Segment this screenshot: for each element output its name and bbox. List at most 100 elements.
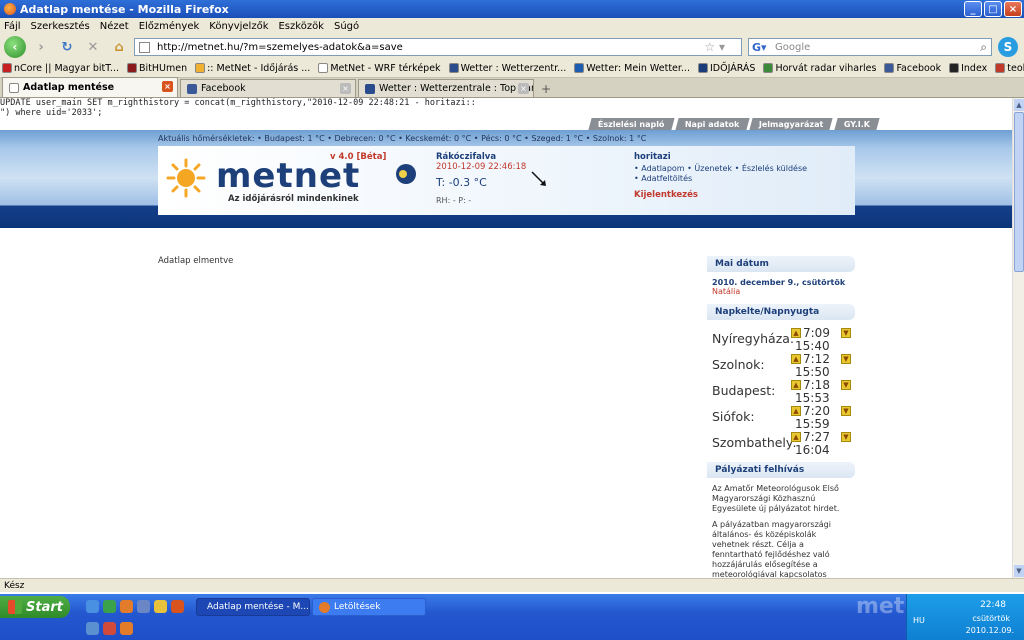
sunrise-icon: ▲ — [791, 328, 801, 338]
quicklaunch-icon[interactable] — [86, 622, 99, 635]
forward-button[interactable]: › — [32, 38, 50, 56]
start-label: Start — [26, 599, 63, 615]
quicklaunch-icon[interactable] — [103, 600, 116, 613]
skype-icon[interactable]: S — [998, 37, 1018, 57]
close-button[interactable]: × — [1004, 1, 1022, 17]
close-tab-icon[interactable]: × — [518, 83, 529, 94]
bookmark-item[interactable]: BitHUmen — [127, 63, 187, 74]
sunset-time: 15:40 — [795, 339, 830, 353]
sunrise: ▲ 7:18 — [791, 378, 830, 392]
bookmark-item[interactable]: Index — [949, 63, 987, 74]
bookmark-item[interactable]: Facebook — [884, 63, 941, 74]
tab-strip: Adatlap mentése × Facebook × Wetter : We… — [0, 77, 1024, 98]
start-button[interactable]: Start — [0, 596, 70, 618]
username[interactable]: horitazi — [634, 152, 671, 162]
taskbar-downloads-window[interactable]: Letöltések — [312, 598, 426, 616]
bookmark-star-icon[interactable]: ☆ ▾ — [704, 40, 725, 54]
station-temperature: T: -0.3 °C — [436, 176, 487, 189]
sunset-icon: ▼ — [841, 354, 851, 364]
sunset-time: 15:59 — [795, 417, 830, 431]
home-icon[interactable]: ⌂ — [110, 38, 128, 56]
saved-message: Adatlap elmentve — [158, 256, 234, 266]
bookmark-item[interactable]: :: MetNet - Időjárás ... — [195, 63, 310, 74]
tab-adatlap[interactable]: Adatlap mentése × — [2, 77, 178, 97]
language-indicator[interactable]: HU — [913, 616, 925, 625]
wind-arrow-icon — [531, 171, 546, 186]
sunrise-icon: ▲ — [791, 406, 801, 416]
new-tab-button[interactable]: + — [536, 81, 556, 97]
logo-word: metnet — [216, 156, 361, 196]
station-name[interactable]: Rákóczifalva — [436, 152, 496, 162]
menu-help[interactable]: Súgó — [334, 21, 359, 32]
menu-edit[interactable]: Szerkesztés — [31, 21, 90, 32]
user-links-row-1[interactable]: • Adatlapom • Üzenetek • Észlelés küldés… — [634, 164, 807, 174]
user-links[interactable]: • Adatlapom • Üzenetek • Észlelés küldés… — [634, 164, 807, 184]
sidebar: Mai dátum 2010. december 9., csütörtök N… — [707, 256, 855, 578]
tab-eszlelesi-naplo[interactable]: Észlelési napló — [588, 118, 675, 130]
tab-jelmagyarazat[interactable]: Jelmagyarázat — [749, 118, 834, 130]
minimize-button[interactable]: _ — [964, 1, 982, 17]
scroll-down-button[interactable]: ▼ — [1014, 565, 1024, 577]
search-input[interactable]: G▾ Google ⌕ — [748, 38, 992, 56]
close-tab-icon[interactable]: × — [340, 83, 351, 94]
quicklaunch-icon[interactable] — [86, 600, 99, 613]
search-placeholder: Google — [775, 41, 811, 53]
sunset-time: 15:53 — [795, 391, 830, 405]
user-links-row-2[interactable]: • Adatfeltöltés — [634, 174, 807, 184]
bookmark-item[interactable]: teol.hu TEOL — [995, 63, 1024, 74]
back-button[interactable]: ‹ — [4, 36, 26, 58]
close-tab-icon[interactable]: × — [162, 81, 173, 92]
vertical-scrollbar[interactable]: ▲ ▼ — [1012, 98, 1024, 578]
stop-icon[interactable]: ✕ — [84, 38, 102, 56]
menu-tools[interactable]: Eszközök — [278, 21, 324, 32]
moon-icon — [396, 164, 416, 184]
page-favicon — [139, 42, 150, 53]
sunset-time: 16:04 — [795, 443, 830, 457]
url-bar[interactable]: http://metnet.hu/?m=szemelyes-adatok&a=s… — [134, 38, 742, 56]
bookmark-label: Wetter: Mein Wetter... — [586, 62, 690, 74]
quicklaunch-icon[interactable] — [137, 600, 150, 613]
menu-file[interactable]: Fájl — [4, 21, 21, 32]
bookmarks-toolbar: nCore || Magyar bitT... BitHUmen:: MetNet… — [0, 59, 1024, 78]
firefox-quick-icon[interactable] — [120, 600, 133, 613]
bookmark-item[interactable]: IDŐJÁRÁS — [697, 63, 755, 74]
quicklaunch-icon[interactable] — [171, 600, 184, 613]
logout-link[interactable]: Kijelentkezés — [634, 190, 698, 200]
sunrise-header: Napkelte/Napnyugta — [707, 304, 855, 320]
quicklaunch-icon[interactable] — [120, 622, 133, 635]
bookmark-item[interactable]: MetNet - WRF térképek — [318, 63, 441, 74]
tab-wetter[interactable]: Wetter : Wetterzentrale : Top Karten ...… — [358, 79, 534, 97]
bookmark-label: BitHUmen — [139, 62, 188, 74]
maximize-button[interactable]: □ — [984, 1, 1002, 17]
menu-view[interactable]: Nézet — [100, 21, 129, 32]
tab-napi-adatok[interactable]: Napi adatok — [674, 118, 749, 130]
google-icon: G▾ — [752, 41, 767, 54]
tab-facebook[interactable]: Facebook × — [180, 79, 356, 97]
status-text: Kész — [4, 580, 25, 591]
menu-history[interactable]: Előzmények — [139, 21, 200, 32]
clock-date: 2010.12.09. — [965, 626, 1014, 635]
quicklaunch-icon[interactable] — [154, 600, 167, 613]
page-content: UPDATE user_main SET m_righthistory = co… — [0, 98, 1012, 578]
bookmark-item[interactable]: Wetter : Wetterzentr... — [448, 63, 566, 74]
competition-text-2: A pályázatban magyarországi általános- é… — [712, 520, 831, 578]
sunrise: ▲ 7:09 — [791, 326, 830, 340]
bookmark-item[interactable]: Horvát radar viharles — [763, 63, 876, 74]
search-icon[interactable]: ⌕ — [980, 40, 987, 55]
clock-time[interactable]: 22:48 — [980, 600, 1006, 610]
sun-row: Nyíregyháza: ▲ 7:09 15:40 ▼ — [707, 326, 855, 353]
sun-row: Szolnok: ▲ 7:12 15:50 ▼ — [707, 352, 855, 379]
scroll-up-button[interactable]: ▲ — [1014, 99, 1024, 111]
competition-header: Pályázati felhívás — [707, 462, 855, 478]
reload-icon[interactable]: ↻ — [58, 38, 76, 56]
quicklaunch-icon[interactable] — [103, 622, 116, 635]
sunrise-icon: ▲ — [791, 432, 801, 442]
taskbar-firefox-window[interactable]: Adatlap mentése - M... — [196, 598, 310, 616]
menu-bookmarks[interactable]: Könyvjelzők — [209, 21, 268, 32]
scroll-thumb[interactable] — [1014, 112, 1024, 272]
bookmark-item[interactable]: nCore || Magyar bitT... — [2, 63, 119, 74]
bookmark-item[interactable]: Wetter: Mein Wetter... — [574, 63, 690, 74]
tab-gyik[interactable]: GY.I.K — [833, 118, 880, 130]
bookmark-icon — [2, 63, 12, 73]
sunrise-time: 7:18 — [803, 378, 830, 392]
